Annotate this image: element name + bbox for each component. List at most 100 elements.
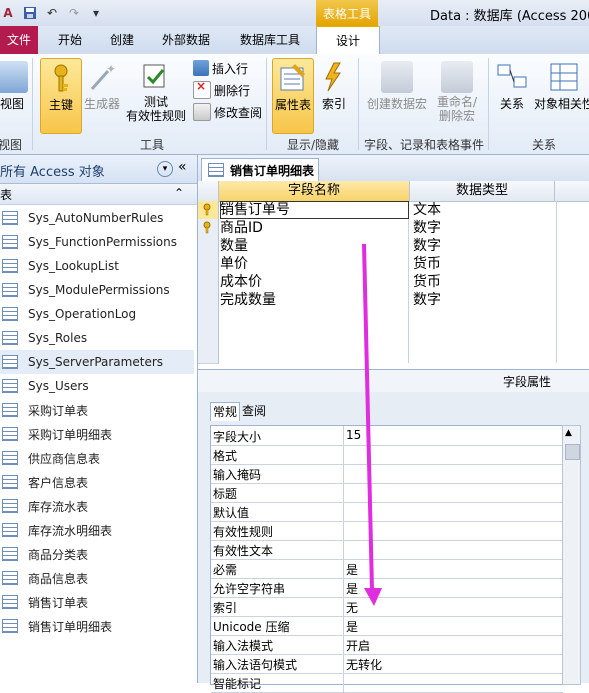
row-selector[interactable]: [198, 255, 219, 274]
nav-table-item[interactable]: 商品分类表: [0, 542, 194, 566]
create-data-macro-button[interactable]: 创建数据宏: [362, 58, 432, 132]
row-selector[interactable]: [198, 309, 219, 328]
nav-table-item[interactable]: 采购订单明细表: [0, 422, 194, 446]
row-selector[interactable]: [198, 237, 219, 256]
document-tab[interactable]: 销售订单明细表: [201, 158, 319, 181]
indexes-button[interactable]: 索引: [314, 58, 354, 132]
tab-general[interactable]: 常规: [210, 402, 241, 421]
property-row[interactable]: 输入法语句模式 无转化: [211, 654, 563, 674]
table-row[interactable]: 商品ID 数字: [198, 219, 589, 238]
property-row[interactable]: 必需 是: [211, 559, 563, 579]
tab-home[interactable]: 开始: [48, 26, 92, 54]
description-cell[interactable]: [555, 237, 589, 255]
property-row[interactable]: 索引 无: [211, 597, 563, 617]
nav-table-item[interactable]: 库存流水表: [0, 494, 194, 518]
property-value[interactable]: 是: [346, 561, 358, 578]
table-row[interactable]: 销售订单号 文本: [198, 201, 589, 220]
rename-delete-macro-button[interactable]: 重命名/ 删除宏: [434, 58, 480, 132]
property-row[interactable]: 格式: [211, 445, 563, 465]
nav-table-item[interactable]: 客户信息表: [0, 470, 194, 494]
nav-table-item[interactable]: 库存流水明细表: [0, 518, 194, 542]
scroll-thumb[interactable]: [565, 444, 580, 460]
property-value[interactable]: 是: [346, 618, 358, 635]
tab-design[interactable]: 设计: [316, 26, 380, 56]
redo-icon[interactable]: ↷: [66, 5, 82, 21]
description-cell[interactable]: [555, 219, 589, 237]
nav-table-item[interactable]: 商品信息表: [0, 566, 194, 590]
table-row[interactable]: 数量 数字: [198, 237, 589, 256]
column-header-field-name[interactable]: 字段名称: [219, 181, 410, 202]
data-type-cell[interactable]: [410, 345, 557, 363]
nav-table-item[interactable]: 销售订单表: [0, 590, 194, 614]
field-name-cell[interactable]: 成本价: [220, 273, 409, 291]
table-row[interactable]: [198, 309, 589, 328]
row-selector[interactable]: [198, 201, 219, 220]
field-name-cell[interactable]: [220, 345, 409, 363]
nav-table-item[interactable]: 采购订单表: [0, 398, 194, 422]
nav-group-tables[interactable]: 表 ⌃: [0, 184, 197, 205]
field-name-cell[interactable]: 销售订单号: [220, 201, 409, 219]
undo-icon[interactable]: ↶: [44, 5, 60, 21]
tab-file[interactable]: 文件: [0, 26, 38, 54]
description-cell[interactable]: [555, 291, 589, 309]
row-selector[interactable]: [198, 291, 219, 310]
data-type-cell[interactable]: [410, 309, 557, 327]
nav-table-item[interactable]: Sys_Users: [0, 374, 194, 398]
data-type-cell[interactable]: [410, 327, 557, 345]
column-header-description[interactable]: [555, 181, 589, 202]
nav-pane-header[interactable]: 所有 Access 对象 ▾ «: [0, 155, 197, 184]
delete-row-button[interactable]: × 删除行: [193, 79, 250, 100]
description-cell[interactable]: [555, 201, 589, 219]
nav-table-item[interactable]: Sys_FunctionPermissions: [0, 230, 194, 254]
data-type-cell[interactable]: 文本: [410, 201, 557, 219]
relationships-button[interactable]: 关系: [494, 58, 530, 132]
field-name-cell[interactable]: 数量: [220, 237, 409, 255]
field-name-cell[interactable]: [220, 309, 409, 327]
tab-external-data[interactable]: 外部数据: [152, 26, 220, 54]
row-selector[interactable]: [198, 273, 219, 292]
nav-table-item[interactable]: Sys_LookupList: [0, 254, 194, 278]
nav-table-item[interactable]: 销售订单明细表: [0, 614, 194, 638]
field-name-cell[interactable]: 完成数量: [220, 291, 409, 309]
tab-lookup[interactable]: 查阅: [240, 402, 268, 420]
property-row[interactable]: 有效性规则: [211, 521, 563, 541]
row-selector[interactable]: [198, 327, 219, 346]
nav-table-item[interactable]: 供应商信息表: [0, 446, 194, 470]
column-header-data-type[interactable]: 数据类型: [410, 181, 555, 202]
primary-key-button[interactable]: 主键: [40, 58, 82, 134]
builder-button[interactable]: ✦ 生成器: [82, 58, 122, 132]
field-name-cell[interactable]: [220, 327, 409, 345]
table-row[interactable]: [198, 327, 589, 346]
test-validation-rules-button[interactable]: 测试 有效性规则: [124, 58, 188, 132]
table-row[interactable]: 单价 货币: [198, 255, 589, 274]
field-name-cell[interactable]: 单价: [220, 255, 409, 273]
row-selector[interactable]: [198, 219, 219, 238]
property-row[interactable]: 允许空字符串 是: [211, 578, 563, 598]
data-type-cell[interactable]: 货币: [410, 273, 557, 291]
collapse-group-icon[interactable]: ⌃: [174, 186, 184, 200]
description-cell[interactable]: [555, 273, 589, 291]
property-row[interactable]: 字段大小 15: [211, 426, 563, 446]
nav-table-item[interactable]: Sys_OperationLog: [0, 302, 194, 326]
data-type-cell[interactable]: 数字: [410, 219, 557, 237]
property-row[interactable]: 智能标记: [211, 673, 563, 693]
property-row[interactable]: 标题: [211, 483, 563, 503]
collapse-pane-icon[interactable]: «: [178, 159, 187, 175]
nav-table-item[interactable]: Sys_ModulePermissions: [0, 278, 194, 302]
modify-lookup-button[interactable]: 修改查阅: [193, 102, 262, 122]
nav-table-item[interactable]: Sys_ServerParameters: [0, 350, 194, 374]
insert-row-button[interactable]: 插入行: [193, 58, 248, 78]
property-value[interactable]: 15: [346, 428, 361, 442]
tab-database-tools[interactable]: 数据库工具: [230, 26, 310, 54]
data-type-cell[interactable]: 货币: [410, 255, 557, 273]
description-cell[interactable]: [555, 327, 589, 345]
property-value[interactable]: 是: [346, 580, 358, 597]
customize-quick-access-icon[interactable]: ▾: [88, 5, 104, 21]
property-row[interactable]: 默认值: [211, 502, 563, 522]
nav-table-item[interactable]: Sys_AutoNumberRules: [0, 206, 194, 230]
property-value[interactable]: 无: [346, 599, 358, 616]
table-row[interactable]: 成本价 货币: [198, 273, 589, 292]
property-row[interactable]: 输入法模式 开启: [211, 635, 563, 655]
save-icon[interactable]: [22, 5, 38, 21]
properties-scrollbar[interactable]: ▲: [562, 425, 581, 685]
